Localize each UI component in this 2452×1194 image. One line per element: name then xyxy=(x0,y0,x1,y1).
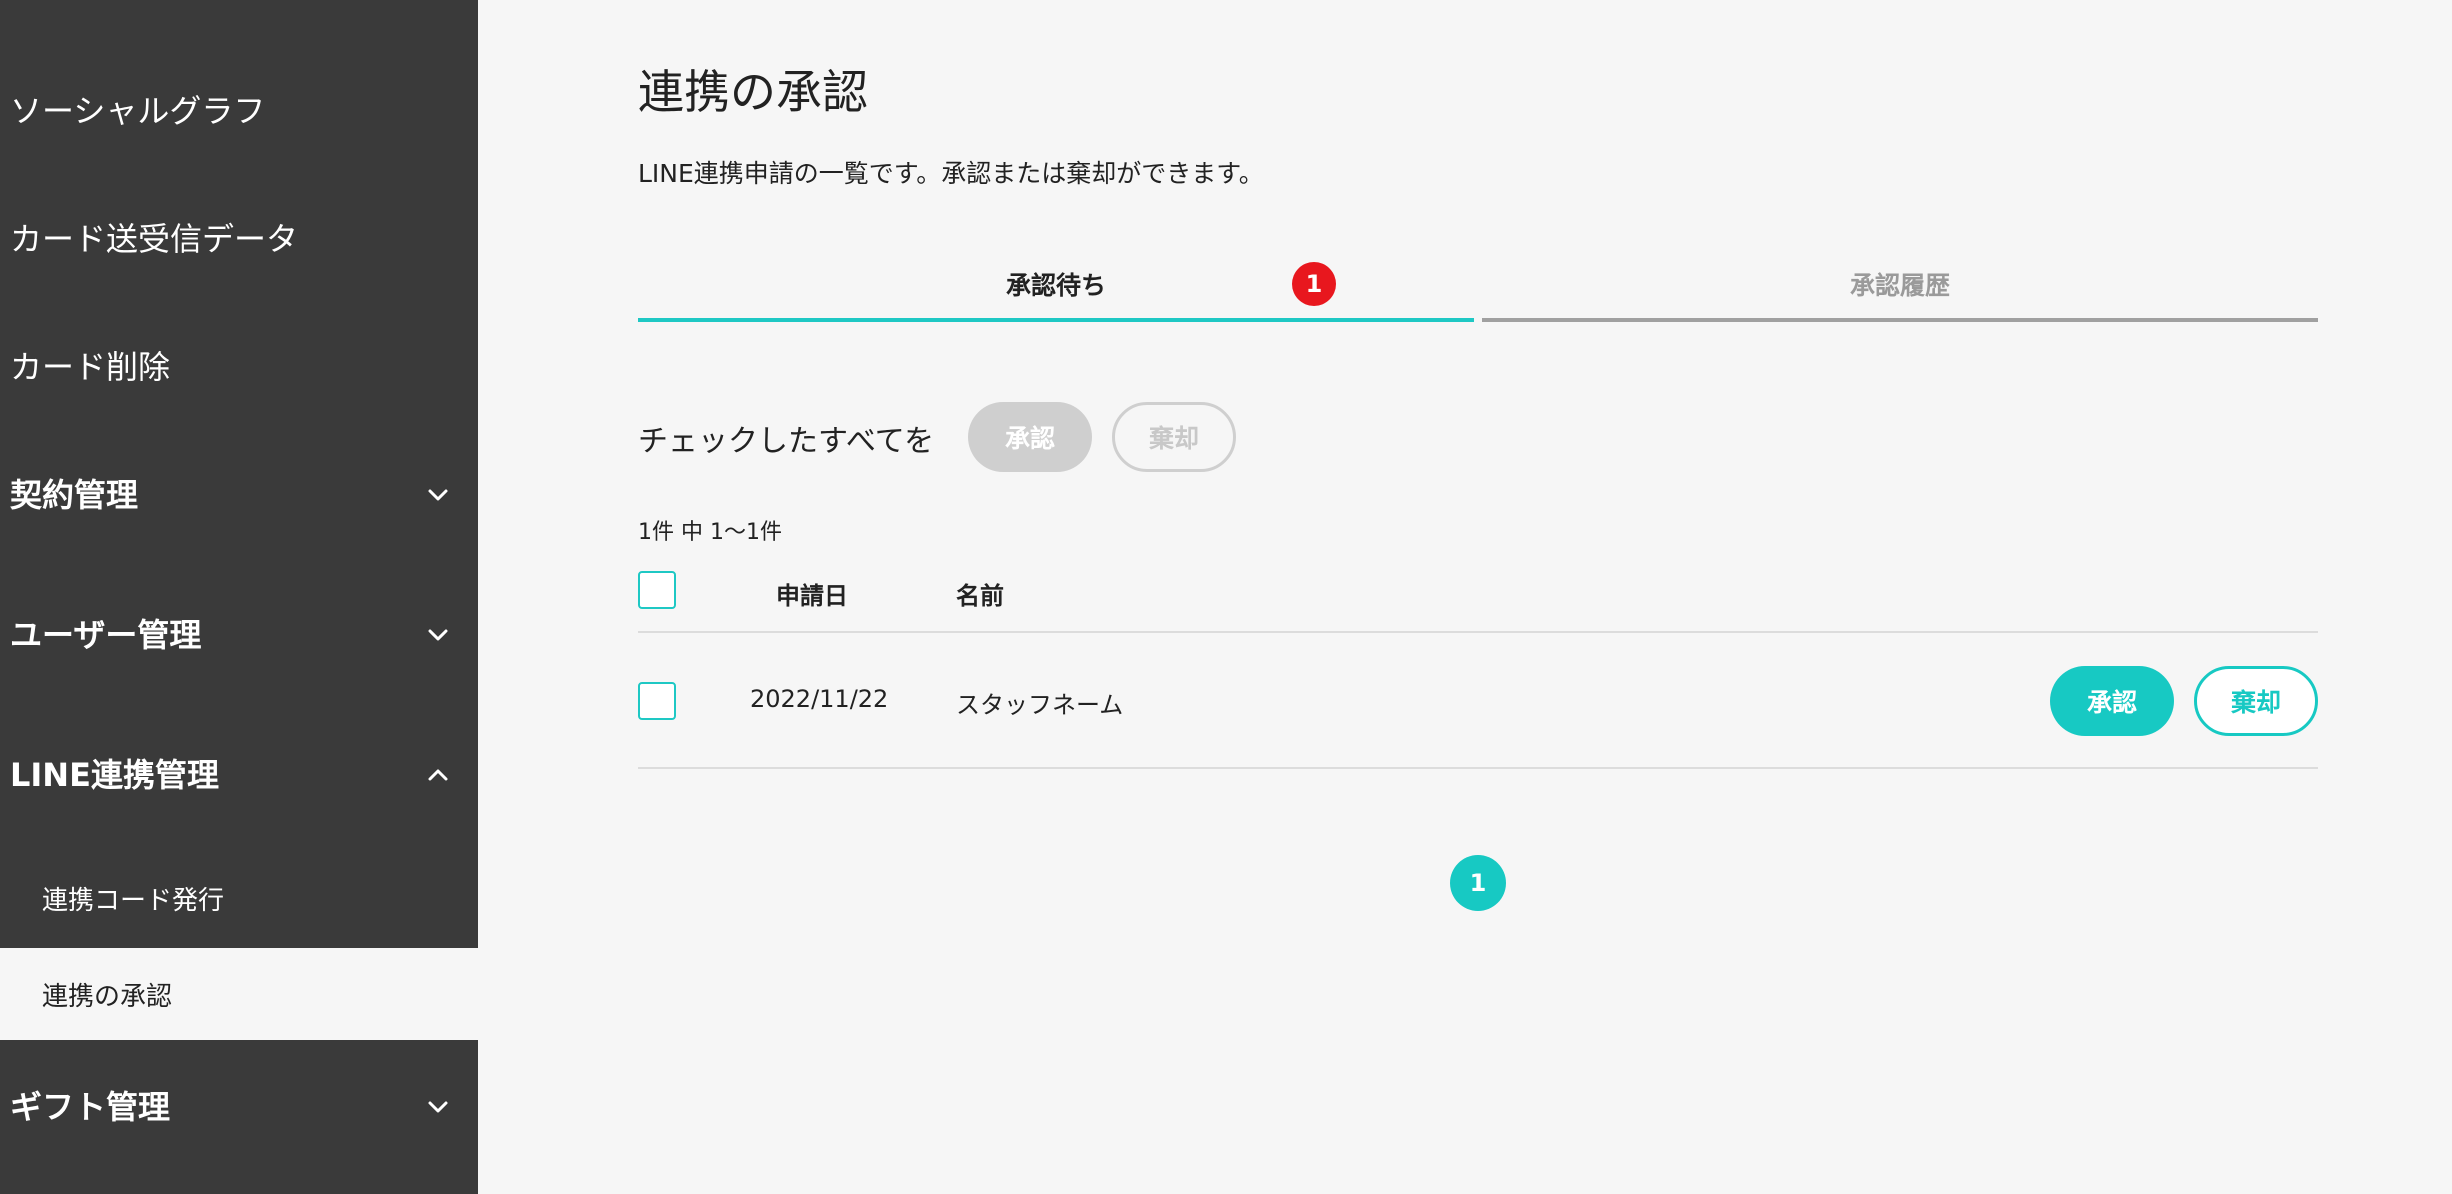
main-content: 連携の承認 LINE連携申請の一覧です。承認または棄却ができます。 承認待ち 1… xyxy=(478,0,2452,1194)
count-badge: 1 xyxy=(1292,262,1336,306)
sidebar-item-label: 契約管理 xyxy=(10,476,139,514)
sidebar-item-label: ユーザー管理 xyxy=(10,616,202,654)
sidebar-item-card-delete[interactable]: カード削除 xyxy=(0,332,478,402)
chevron-down-icon xyxy=(424,481,452,509)
row-checkbox[interactable] xyxy=(638,682,676,720)
reject-button[interactable]: 棄却 xyxy=(2194,666,2318,736)
column-header-name: 名前 xyxy=(956,582,1004,610)
sidebar-item-label: カード削除 xyxy=(10,348,171,386)
row-name: スタッフネーム xyxy=(956,691,1124,719)
tab-bar: 承認待ち 1 承認履歴 xyxy=(638,262,2318,322)
sidebar-subitem-label: 連携の承認 xyxy=(42,981,173,1012)
bulk-approve-button[interactable]: 承認 xyxy=(968,402,1092,472)
sidebar-item-label: カード送受信データ xyxy=(10,220,299,258)
page-description: LINE連携申請の一覧です。承認または棄却ができます。 xyxy=(638,159,1264,188)
sidebar-item-contracts[interactable]: 契約管理 xyxy=(0,460,478,530)
sidebar-subitem-label: 連携コード発行 xyxy=(42,885,225,916)
sidebar-item-label: ギフト管理 xyxy=(10,1088,171,1126)
tab-pending[interactable]: 承認待ち 1 xyxy=(638,262,1474,322)
tab-label: 承認履歴 xyxy=(1849,271,1950,300)
sidebar-item-gifts[interactable]: ギフト管理 xyxy=(0,1072,478,1142)
sidebar-item-social-graph[interactable]: ソーシャルグラフ xyxy=(0,76,478,146)
sidebar-item-line-link[interactable]: LINE連携管理 xyxy=(0,740,478,810)
select-all-checkbox[interactable] xyxy=(638,571,676,609)
approval-table: 申請日 名前 2022/11/22 スタッフネーム 承認 棄却 xyxy=(638,560,2318,769)
column-header-date: 申請日 xyxy=(776,582,848,610)
tab-label: 承認待ち xyxy=(1005,271,1106,300)
bulk-reject-button[interactable]: 棄却 xyxy=(1112,402,1236,472)
sidebar: ソーシャルグラフ カード送受信データ カード削除 契約管理 ユーザー管理 LIN… xyxy=(0,0,478,1194)
chevron-down-icon xyxy=(424,621,452,649)
tab-history[interactable]: 承認履歴 xyxy=(1482,262,2318,322)
sidebar-subitem-link-code[interactable]: 連携コード発行 xyxy=(0,852,478,944)
approve-button[interactable]: 承認 xyxy=(2050,666,2174,736)
result-count: 1件 中 1〜1件 xyxy=(638,520,782,545)
chevron-up-icon xyxy=(424,761,452,789)
bulk-action-label: チェックしたすべてを xyxy=(638,424,935,459)
row-date: 2022/11/22 xyxy=(750,685,889,713)
page-title: 連携の承認 xyxy=(638,65,868,119)
sidebar-item-card-data[interactable]: カード送受信データ xyxy=(0,204,478,274)
sidebar-item-label: ソーシャルグラフ xyxy=(10,92,266,130)
table-header: 申請日 名前 xyxy=(638,560,2318,633)
table-row: 2022/11/22 スタッフネーム 承認 棄却 xyxy=(638,633,2318,769)
pagination-page-button[interactable]: 1 xyxy=(1450,855,1506,911)
sidebar-item-users[interactable]: ユーザー管理 xyxy=(0,600,478,670)
chevron-down-icon xyxy=(424,1093,452,1121)
sidebar-subitem-link-approval[interactable]: 連携の承認 xyxy=(0,948,478,1040)
sidebar-item-label: LINE連携管理 xyxy=(10,756,219,794)
